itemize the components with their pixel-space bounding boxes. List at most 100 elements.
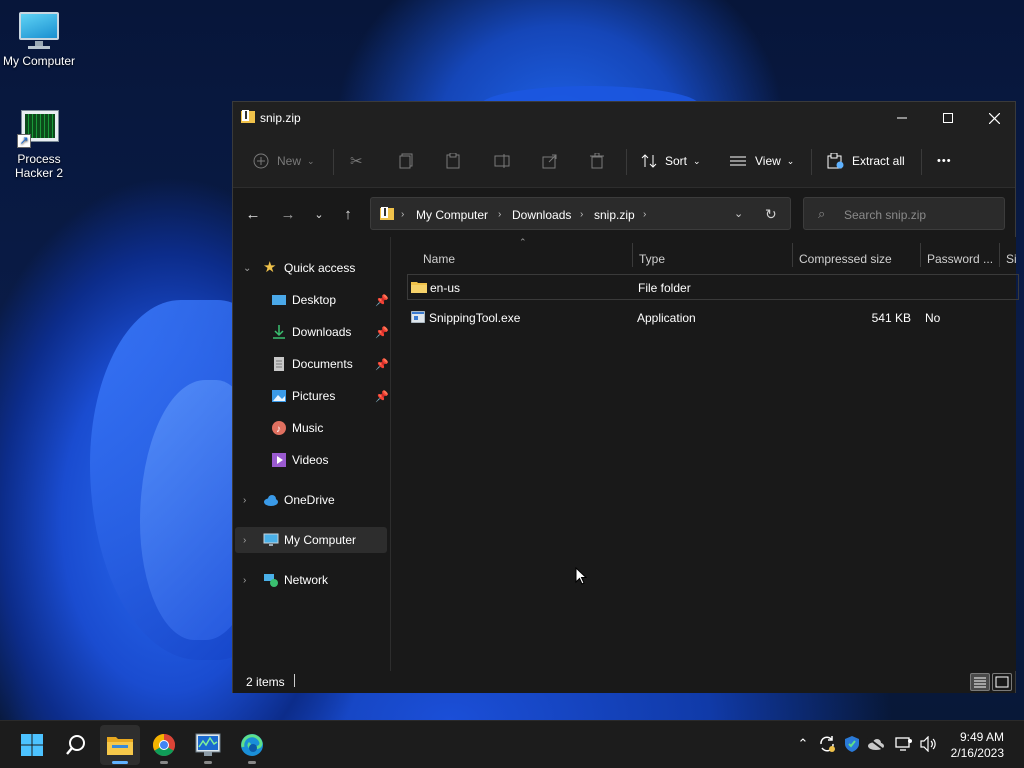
tray-volume[interactable] bbox=[917, 733, 939, 755]
taskbar-edge[interactable] bbox=[232, 725, 272, 765]
chevron-up-icon: ⌃ bbox=[797, 736, 809, 751]
nav-label: Pictures bbox=[292, 389, 336, 403]
svg-text:♪: ♪ bbox=[276, 424, 281, 435]
address-bar[interactable]: › My Computer › Downloads › snip.zip › ⌄… bbox=[370, 197, 791, 230]
share-icon bbox=[542, 154, 557, 169]
arrow-right-icon: → bbox=[280, 205, 296, 223]
process-hacker-icon: ↗ bbox=[17, 108, 61, 148]
search-icon: ⌕ bbox=[818, 206, 826, 221]
nav-item-downloads[interactable]: Downloads 📌 bbox=[235, 319, 389, 345]
paste-button[interactable] bbox=[446, 148, 460, 174]
tray-sync[interactable] bbox=[816, 733, 838, 755]
sort-ascending-icon: ⌃ bbox=[519, 237, 527, 247]
details-view-button[interactable] bbox=[970, 673, 990, 691]
taskbar-chrome[interactable] bbox=[144, 725, 184, 765]
start-button[interactable] bbox=[12, 725, 52, 765]
chevron-down-icon: ⌄ bbox=[243, 262, 252, 274]
nav-item-videos[interactable]: Videos bbox=[235, 447, 387, 473]
breadcrumb-snip-zip[interactable]: snip.zip bbox=[594, 208, 635, 222]
plus-circle-icon bbox=[253, 153, 269, 169]
share-button[interactable] bbox=[542, 148, 558, 174]
maximize-button[interactable] bbox=[925, 102, 971, 134]
nav-label: Downloads bbox=[292, 325, 352, 339]
close-icon bbox=[988, 112, 1000, 124]
exe-icon bbox=[411, 311, 425, 323]
chevron-down-icon: ⌄ bbox=[314, 208, 324, 221]
more-icon: ••• bbox=[937, 155, 952, 167]
search-box[interactable]: ⌕ Search snip.zip bbox=[803, 197, 1005, 230]
delete-button[interactable] bbox=[590, 148, 604, 174]
copy-button[interactable] bbox=[399, 148, 413, 174]
nav-quick-access[interactable]: ⌄ ★ Quick access bbox=[235, 255, 387, 281]
column-header-password[interactable]: Password ... bbox=[927, 247, 993, 271]
breadcrumb-downloads[interactable]: Downloads bbox=[512, 208, 571, 222]
file-list: ⌃ Name Type Compressed size Password ...… bbox=[392, 237, 1019, 763]
nav-onedrive[interactable]: › OneDrive bbox=[235, 487, 387, 513]
file-name: en-us bbox=[430, 281, 461, 295]
chevron-down-icon: ⌄ bbox=[693, 155, 701, 166]
chevron-down-icon: ⌄ bbox=[786, 155, 795, 166]
tray-network[interactable] bbox=[893, 733, 915, 755]
taskbar-file-explorer[interactable] bbox=[100, 725, 140, 765]
window-title: snip.zip bbox=[260, 111, 301, 125]
table-row[interactable]: en-us File folder bbox=[407, 274, 1019, 300]
desktop-icon-my-computer[interactable]: My Computer bbox=[0, 10, 78, 68]
trash-icon bbox=[590, 153, 604, 169]
zip-folder-icon bbox=[380, 207, 394, 220]
large-icons-view-button[interactable] bbox=[992, 673, 1012, 691]
sort-icon bbox=[641, 154, 657, 168]
sort-button[interactable]: Sort ⌄ bbox=[641, 148, 701, 174]
nav-item-desktop[interactable]: Desktop 📌 bbox=[235, 287, 389, 313]
network-icon bbox=[895, 737, 912, 751]
search-button[interactable] bbox=[56, 725, 96, 765]
view-button[interactable]: View ⌄ bbox=[730, 148, 794, 174]
column-header-name[interactable]: Name bbox=[423, 247, 455, 271]
nav-item-music[interactable]: ♪ Music bbox=[235, 415, 387, 441]
minimize-icon bbox=[897, 117, 907, 119]
column-header-size[interactable]: Si bbox=[1006, 247, 1016, 271]
cut-button[interactable]: ✂ bbox=[350, 148, 363, 174]
item-count: 2 items bbox=[246, 675, 285, 689]
chevron-right-icon: › bbox=[243, 574, 247, 586]
nav-my-computer[interactable]: › My Computer bbox=[235, 527, 387, 553]
rename-icon bbox=[494, 154, 510, 168]
nav-label: Network bbox=[284, 573, 329, 587]
chevron-down-icon: ⌄ bbox=[307, 155, 315, 166]
file-compressed-size: 541 KB bbox=[871, 311, 911, 325]
process-hacker-icon bbox=[195, 733, 221, 756]
nav-network[interactable]: › Network bbox=[235, 567, 387, 593]
chevron-right-icon: › bbox=[243, 494, 247, 506]
new-button[interactable]: New ⌄ bbox=[253, 148, 315, 174]
column-header-compressed-size[interactable]: Compressed size bbox=[799, 247, 892, 271]
file-password: No bbox=[925, 311, 941, 325]
breadcrumb-separator-icon: › bbox=[643, 209, 647, 220]
taskbar-process-hacker[interactable] bbox=[188, 725, 228, 765]
tray-onedrive[interactable] bbox=[865, 733, 887, 755]
tray-security[interactable] bbox=[841, 733, 863, 755]
chevron-right-icon: › bbox=[243, 534, 247, 546]
clock[interactable]: 9:49 AM 2/16/2023 bbox=[951, 729, 1004, 761]
nav-item-pictures[interactable]: Pictures 📌 bbox=[235, 383, 389, 409]
desktop-icon-process-hacker[interactable]: ↗ Process Hacker 2 bbox=[0, 108, 78, 180]
nav-item-documents[interactable]: Documents 📌 bbox=[235, 351, 389, 377]
nav-label: Documents bbox=[292, 357, 353, 371]
refresh-icon[interactable]: ↻ bbox=[765, 206, 777, 223]
extract-all-button[interactable]: Extract all bbox=[827, 148, 905, 174]
title-bar[interactable]: snip.zip bbox=[233, 102, 1015, 134]
close-button[interactable] bbox=[971, 102, 1017, 134]
table-row[interactable]: SnippingTool.exe Application 541 KB No bbox=[407, 305, 1019, 331]
star-icon: ★ bbox=[263, 259, 277, 276]
recent-locations-button[interactable]: ⌄ bbox=[307, 203, 331, 225]
back-button[interactable]: ← bbox=[241, 203, 265, 225]
breadcrumb-my-computer[interactable]: My Computer bbox=[416, 208, 488, 222]
rename-button[interactable] bbox=[494, 148, 510, 174]
up-button[interactable]: ↑ bbox=[336, 203, 360, 225]
minimize-button[interactable] bbox=[879, 102, 925, 134]
more-options-button[interactable]: ••• bbox=[937, 148, 952, 174]
zip-folder-icon bbox=[241, 110, 255, 123]
forward-button[interactable]: → bbox=[276, 203, 300, 225]
column-header-type[interactable]: Type bbox=[639, 247, 665, 271]
show-hidden-icons-button[interactable]: ⌃ bbox=[792, 733, 814, 755]
cloud-icon bbox=[264, 495, 278, 506]
chevron-down-icon[interactable]: ⌄ bbox=[734, 207, 743, 220]
